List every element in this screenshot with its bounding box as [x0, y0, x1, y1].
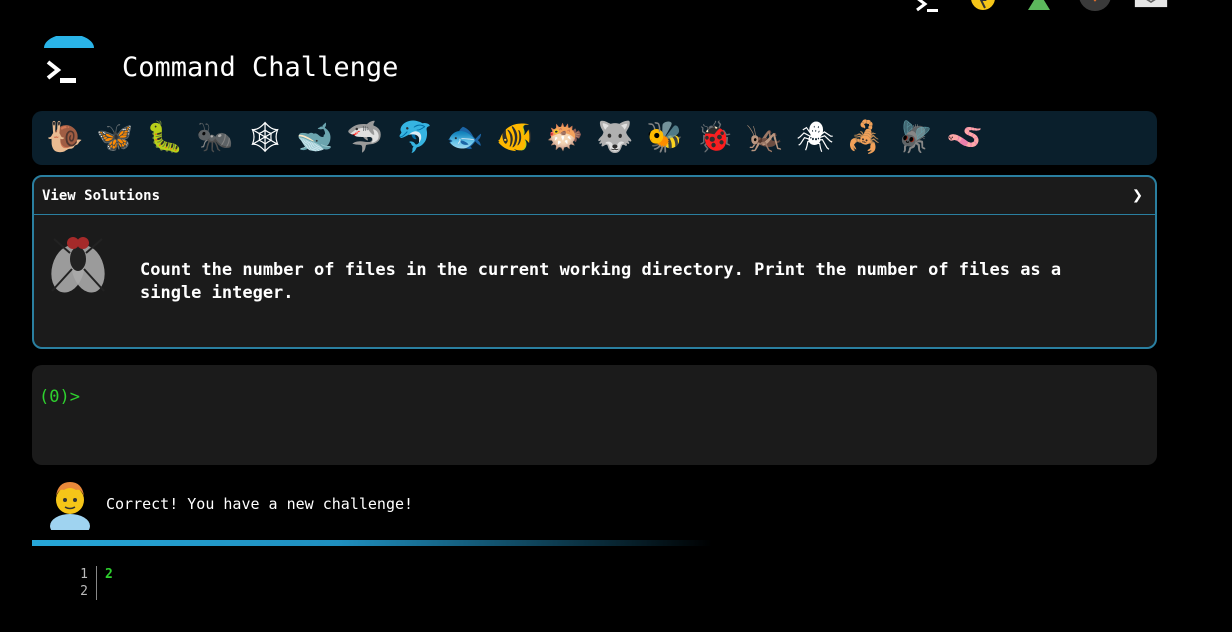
worm-icon[interactable]: 🪱: [940, 113, 990, 163]
fox-icon[interactable]: [1078, 0, 1112, 14]
mail-icon[interactable]: [1134, 0, 1168, 14]
page-title: Command Challenge: [122, 52, 399, 83]
snail-icon[interactable]: 🐌: [40, 113, 90, 163]
spider-icon[interactable]: 🕷: [790, 113, 840, 163]
command-output: 122: [70, 566, 113, 600]
top-icon-strip: [910, 0, 1168, 14]
spider-web-icon[interactable]: 🕸: [240, 113, 290, 163]
terminal-input-area[interactable]: (0)>: [32, 365, 1157, 465]
ant-icon[interactable]: 🐜: [190, 113, 240, 163]
shark-icon[interactable]: 🦈: [340, 113, 390, 163]
wolf-icon[interactable]: 🐺: [590, 113, 640, 163]
tree-icon[interactable]: [1022, 0, 1056, 14]
prompt-icon[interactable]: [910, 0, 944, 14]
fly-icon[interactable]: 🪰: [890, 113, 940, 163]
dolphin-icon[interactable]: 🐬: [390, 113, 440, 163]
tropical-fish-icon[interactable]: 🐠: [490, 113, 540, 163]
terminal-prompt-icon: [46, 60, 76, 83]
line-value: 2: [105, 567, 113, 582]
scorpion-icon[interactable]: 🦂: [840, 113, 890, 163]
feedback-text: Correct! You have a new challenge!: [106, 495, 414, 513]
bee-icon[interactable]: 🐝: [640, 113, 690, 163]
cricket-icon[interactable]: 🦗: [740, 113, 790, 163]
logo-arc-icon: [44, 36, 94, 48]
shell-prompt: (0)>: [39, 387, 80, 407]
caterpillar-icon[interactable]: 🐛: [140, 113, 190, 163]
lightbulb-icon[interactable]: [966, 0, 1000, 14]
progress-underline: [32, 540, 712, 546]
ladybug-icon[interactable]: 🐞: [690, 113, 740, 163]
chevron-right-icon[interactable]: ❯: [1132, 185, 1143, 206]
view-solutions-toggle[interactable]: View Solutions ❯: [34, 177, 1155, 215]
view-solutions-label: View Solutions: [42, 187, 161, 204]
whale-icon[interactable]: 🐋: [290, 113, 340, 163]
line-number: 2: [70, 583, 97, 600]
line-number: 1: [70, 566, 97, 583]
fish-icon[interactable]: 🐟: [440, 113, 490, 163]
feedback-message-row: Correct! You have a new challenge!: [48, 478, 413, 530]
output-line: 2: [70, 583, 113, 600]
person-avatar-icon: [50, 482, 90, 530]
app-logo[interactable]: [42, 36, 96, 88]
blowfish-icon[interactable]: 🐡: [540, 113, 590, 163]
fly-icon: [51, 237, 105, 293]
output-line: 12: [70, 566, 113, 583]
challenge-description: Count the number of files in the current…: [140, 260, 1062, 303]
butterfly-icon[interactable]: 🦋: [90, 113, 140, 163]
challenge-progress-bar: 🐌 🦋 🐛 🐜 🕸 🐋 🦈 🐬 🐟 🐠 🐡 🐺 🐝 🐞 🦗 🕷 🦂 🪰 🪱: [32, 111, 1157, 165]
challenge-panel: View Solutions ❯ Count the number of fil…: [32, 175, 1157, 349]
